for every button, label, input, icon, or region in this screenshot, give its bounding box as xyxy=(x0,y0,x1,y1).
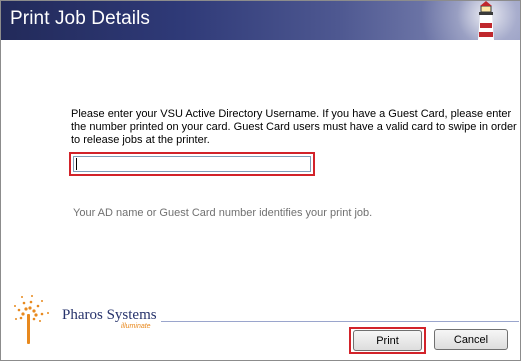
lighthouse-icon xyxy=(478,1,494,40)
username-input[interactable] xyxy=(73,156,311,172)
instructions-text: Please enter your VSU Active Directory U… xyxy=(71,108,517,146)
cancel-button[interactable]: Cancel xyxy=(434,329,508,350)
header-banner: Print Job Details xyxy=(1,1,520,40)
footer-divider xyxy=(161,321,519,322)
print-button[interactable]: Print xyxy=(353,330,422,351)
dialog-title: Print Job Details xyxy=(10,8,151,29)
print-button-highlight: Print xyxy=(349,327,426,354)
print-job-details-dialog: Print Job Details Please enter your VSU … xyxy=(0,0,521,361)
username-input-highlight xyxy=(69,152,315,176)
hint-text: Your AD name or Guest Card number identi… xyxy=(73,207,373,219)
text-caret xyxy=(76,158,77,170)
brand-name: Pharos Systems xyxy=(62,307,157,323)
brand-tagline: illuminate xyxy=(121,323,151,330)
pharos-burst-icon xyxy=(14,295,49,344)
